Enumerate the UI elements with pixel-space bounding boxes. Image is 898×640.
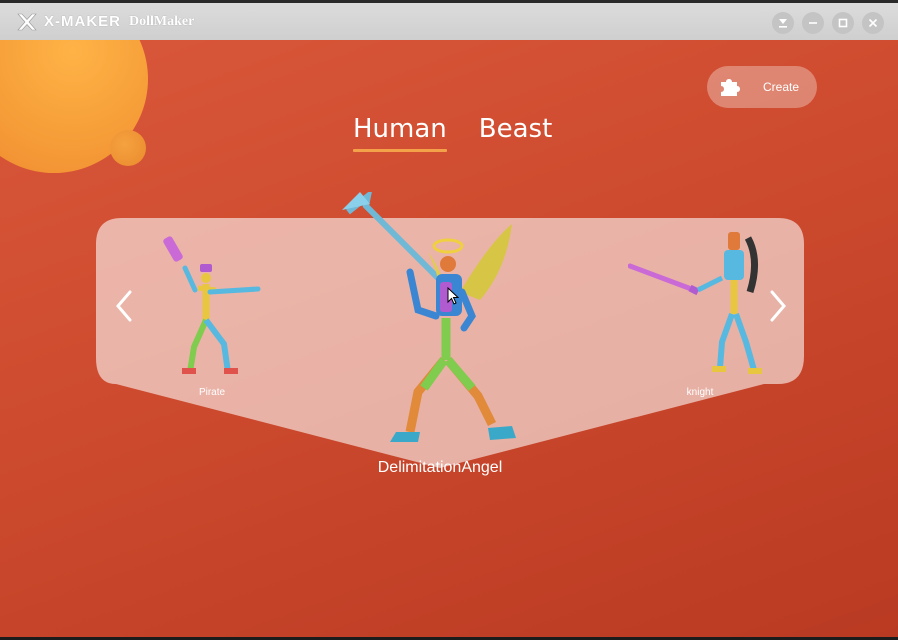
minimize-button[interactable]	[802, 12, 824, 34]
close-icon	[868, 18, 878, 28]
mouse-cursor-icon	[447, 287, 459, 305]
category-tabs: Human Beast	[353, 114, 552, 152]
maximize-button[interactable]	[832, 12, 854, 34]
close-button[interactable]	[862, 12, 884, 34]
tab-beast[interactable]: Beast	[479, 114, 553, 152]
window-controls	[772, 12, 884, 34]
delimitation-angel-model[interactable]	[340, 192, 530, 450]
title-bar[interactable]: X-MAKER DollMaker	[0, 0, 898, 40]
minimize-icon	[809, 22, 817, 24]
carousel-prev-button[interactable]	[110, 286, 138, 326]
brand-name: X-MAKER	[44, 13, 121, 30]
create-button-label: Create	[763, 80, 800, 94]
decorative-orb-small	[110, 130, 146, 166]
pirate-model[interactable]	[160, 232, 265, 377]
maximize-icon	[838, 18, 848, 28]
carousel-next-button[interactable]	[764, 286, 792, 326]
app-window: X-MAKER DollMaker Create Human Beast Pir…	[0, 0, 898, 640]
knight-model[interactable]	[628, 230, 768, 380]
x-maker-logo-icon	[17, 13, 37, 30]
tab-human[interactable]: Human	[353, 114, 447, 152]
puzzle-icon	[721, 79, 740, 96]
chevron-left-icon	[116, 290, 132, 322]
create-button[interactable]: Create	[707, 66, 817, 108]
knight-label: knight	[686, 387, 714, 398]
download-button[interactable]	[772, 12, 794, 34]
angel-label: DelimitationAngel	[377, 459, 503, 476]
app-title: DollMaker	[129, 13, 195, 29]
app-logo: X-MAKER DollMaker	[16, 11, 194, 33]
download-icon	[779, 19, 787, 28]
chevron-right-icon	[770, 290, 786, 322]
pirate-label: Pirate	[198, 387, 226, 398]
main-area: Create Human Beast Pirate DelimitationAn…	[0, 40, 898, 637]
